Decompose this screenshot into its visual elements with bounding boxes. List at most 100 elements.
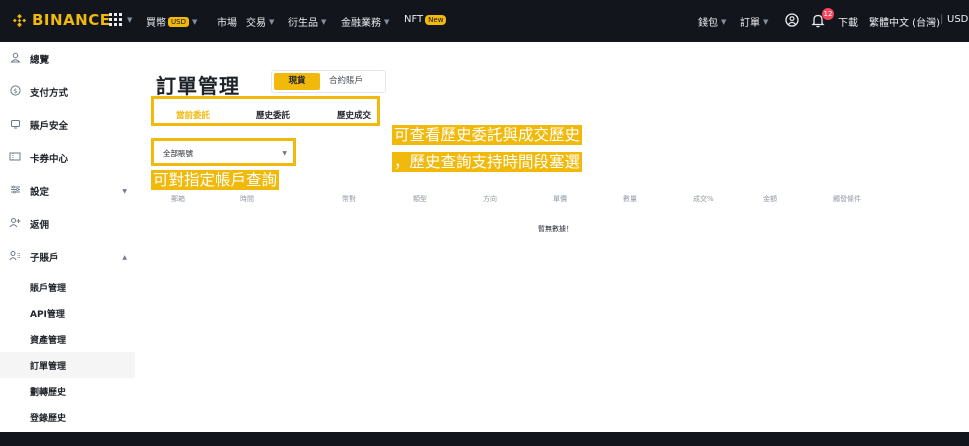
sidebar: 總覽 $ 支付方式 賬戶安全 卡券中心 設定 ▼ 返佣 子賬戶 ▲ 賬戶管理 A… — [0, 42, 135, 432]
nav-label: USD — [947, 14, 969, 25]
nav-label: 買幣 — [146, 18, 166, 29]
sidebar-item-label: 返佣 — [30, 220, 50, 231]
divider-text: | — [940, 14, 944, 25]
sidebar-subitem-label: 訂單管理 — [30, 361, 67, 372]
tab-order-history[interactable]: 歷史委託 — [256, 109, 290, 121]
dollar-circle-icon: $ — [9, 85, 21, 99]
add-user-icon — [9, 217, 21, 231]
profile-icon[interactable] — [785, 13, 799, 27]
column-header-time: 時間 — [240, 195, 254, 203]
column-header-type: 類型 — [413, 195, 427, 203]
nav-buy-crypto[interactable]: 買幣 USD ▼ — [146, 14, 197, 29]
empty-table-message: 暫無數據！ — [538, 225, 573, 233]
annotation-history-line2: ，歷史查詢支持時間段塞選 — [392, 152, 583, 172]
account-select[interactable]: 全部賬號 ▼ — [155, 145, 292, 163]
tab-open-orders[interactable]: 當前委託 — [176, 109, 210, 121]
sidebar-subitem-login-history[interactable]: 登錄歷史 — [0, 404, 135, 430]
column-header-price: 單價 — [553, 195, 567, 203]
users-icon — [9, 250, 21, 264]
chevron-down-icon: ▼ — [282, 150, 287, 157]
column-header-total: 金額 — [763, 195, 777, 203]
sidebar-item-overview[interactable]: 總覽 — [0, 46, 135, 72]
sidebar-item-security[interactable]: 賬戶安全 — [0, 112, 135, 138]
account-type-tabs: 現貨 合約賬戶 — [271, 70, 386, 93]
nav-label: 繁體中文 (台灣) — [869, 18, 940, 29]
sidebar-item-label: 支付方式 — [30, 88, 69, 99]
sidebar-item-subaccounts[interactable]: 子賬戶 ▲ — [0, 244, 135, 270]
page-title: 訂單管理 — [156, 74, 240, 98]
sidebar-subitem-order-management[interactable]: 訂單管理 — [0, 352, 135, 378]
apps-grid-icon[interactable] — [109, 13, 122, 26]
column-header-side: 方向 — [483, 195, 497, 203]
bottom-bar — [0, 432, 969, 446]
notification-count-badge: 12 — [822, 8, 834, 20]
nav-label: 衍生品 — [288, 18, 318, 29]
usd-badge: USD — [168, 16, 189, 27]
tab-trade-history[interactable]: 歷史成交 — [337, 109, 371, 121]
column-header-filled: 成交% — [693, 195, 714, 203]
chevron-up-icon: ▲ — [122, 253, 127, 261]
column-header-amount: 數量 — [623, 195, 637, 203]
top-navbar: BINANCE ▼ 買幣 USD ▼ 市場 交易 ▼ 衍生品 ▼ 金融業務 ▼ … — [0, 0, 969, 42]
column-header-pair: 幣對 — [342, 195, 356, 203]
annotation-history-line1: 可查看歷史委託與成交歷史 — [392, 125, 583, 145]
chevron-down-icon: ▼ — [321, 17, 327, 26]
nav-label: 訂單 — [740, 18, 760, 29]
chevron-down-icon: ▼ — [721, 17, 727, 26]
language-selector[interactable]: 繁體中文 (台灣) — [869, 14, 940, 29]
sidebar-subitem-account-management[interactable]: 賬戶管理 — [0, 274, 135, 300]
sidebar-item-label: 設定 — [30, 187, 50, 198]
nav-trade[interactable]: 交易 ▼ — [246, 14, 275, 30]
nav-markets[interactable]: 市場 — [217, 14, 237, 29]
sidebar-subitem-asset-management[interactable]: 資產管理 — [0, 326, 135, 352]
sliders-icon — [9, 184, 21, 198]
chevron-down-icon: ▼ — [191, 17, 198, 26]
new-badge: New — [425, 14, 447, 25]
nav-wallet[interactable]: 錢包 ▼ — [698, 14, 727, 30]
sidebar-item-label: 總覽 — [30, 55, 50, 66]
tab-spot[interactable]: 現貨 — [274, 73, 320, 90]
annotation-account-query: 可對指定帳戶查詢 — [151, 170, 280, 190]
nav-label: 交易 — [246, 18, 266, 29]
column-header-trigger: 觸發條件 — [833, 195, 861, 203]
sidebar-subitem-api-management[interactable]: API管理 — [0, 300, 135, 326]
currency-selector[interactable]: USD — [947, 14, 968, 25]
sidebar-subitem-transfer-history[interactable]: 劃轉歷史 — [0, 378, 135, 404]
nav-orders[interactable]: 訂單 ▼ — [740, 14, 769, 30]
tab-futures-account[interactable]: 合約賬戶 — [320, 73, 372, 90]
chevron-down-icon: ▼ — [763, 17, 769, 26]
nav-derivatives[interactable]: 衍生品 ▼ — [288, 14, 327, 30]
sidebar-subitem-label: 賬戶管理 — [30, 283, 67, 294]
sidebar-subitem-label: 資產管理 — [30, 335, 67, 346]
sidebar-item-label: 子賬戶 — [30, 253, 59, 264]
sidebar-subitem-label: 登錄歷史 — [30, 413, 67, 424]
account-select-value: 全部賬號 — [163, 149, 193, 158]
binance-logo[interactable]: BINANCE — [12, 11, 111, 29]
sidebar-subitem-label: API管理 — [30, 309, 65, 320]
user-icon — [9, 52, 21, 66]
sidebar-item-label: 賬戶安全 — [30, 121, 69, 132]
nav-finance[interactable]: 金融業務 ▼ — [341, 14, 390, 30]
chevron-down-icon: ▼ — [384, 17, 390, 26]
column-header-email: 郵箱 — [171, 195, 185, 203]
sidebar-item-label: 卡券中心 — [30, 154, 69, 165]
sidebar-item-settings[interactable]: 設定 ▼ — [0, 178, 135, 204]
nav-label: NFT — [404, 14, 424, 25]
nav-label: 下載 — [838, 18, 858, 29]
nav-label: 市場 — [217, 18, 237, 29]
nav-label: 金融業務 — [341, 18, 381, 29]
brand-name: BINANCE — [32, 11, 111, 29]
nav-download[interactable]: 下載 — [838, 14, 858, 29]
nav-divider: | — [940, 14, 943, 25]
nav-nft[interactable]: NFT New — [404, 14, 447, 25]
sidebar-item-vouchers[interactable]: 卡券中心 — [0, 145, 135, 171]
nav-label: 錢包 — [698, 18, 718, 29]
chevron-down-icon: ▼ — [269, 17, 275, 26]
apps-caret-icon: ▼ — [127, 16, 133, 24]
ticket-icon — [9, 151, 21, 165]
sidebar-item-referral[interactable]: 返佣 — [0, 211, 135, 237]
chevron-down-icon: ▼ — [122, 187, 127, 195]
svg-text:$: $ — [13, 87, 17, 95]
binance-diamond-icon — [12, 13, 27, 27]
sidebar-item-payment[interactable]: $ 支付方式 — [0, 79, 135, 105]
